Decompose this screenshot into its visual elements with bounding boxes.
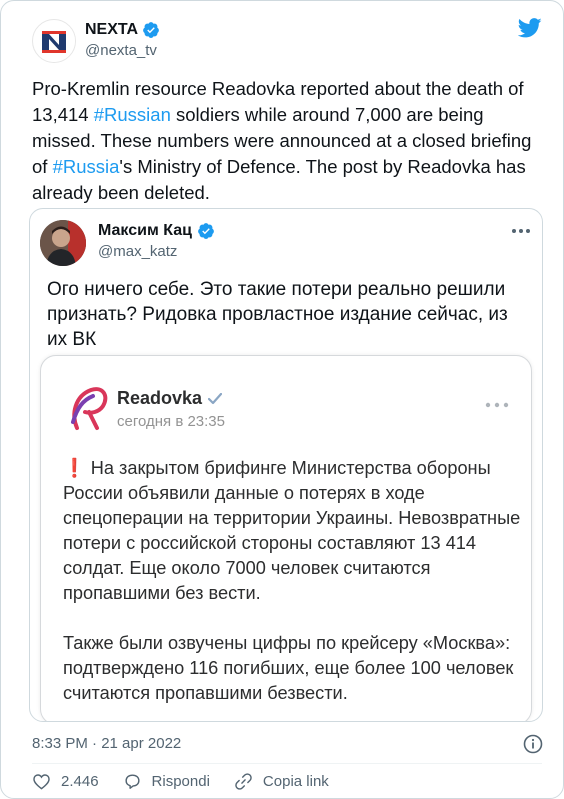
author-handle[interactable]: @nexta_tv (85, 42, 157, 59)
likes-count: 2.446 (61, 773, 99, 790)
quoted-text: Ого ничего себе. Это такие потери реальн… (47, 279, 508, 350)
more-icon (485, 402, 509, 408)
tweet-card: NEXTA @nexta_tv Pro-Kremlin resource Rea… (0, 0, 564, 799)
embedded-paragraph-1: ❗ На закрытом брифинге Министерства обор… (63, 456, 525, 606)
twitter-bird-icon[interactable] (518, 17, 542, 39)
reply-icon (125, 774, 140, 789)
embedded-paragraph-2: Также были озвучены цифры по крейсеру «М… (63, 633, 514, 703)
check-icon (208, 392, 223, 404)
readovka-logo (71, 387, 108, 430)
person-photo-icon (40, 220, 86, 266)
nexta-logo (34, 21, 75, 62)
like-button[interactable]: 2.446 (32, 772, 99, 791)
hashtag-link[interactable]: #Russian (94, 104, 171, 125)
reply-button[interactable]: Rispondi (123, 772, 210, 791)
quoted-avatar[interactable] (40, 220, 86, 266)
tweet-text: Pro-Kremlin resource Readovka reported a… (32, 76, 542, 206)
reply-label: Rispondi (151, 773, 210, 790)
divider (32, 763, 542, 764)
info-icon[interactable] (523, 734, 543, 754)
more-icon[interactable] (510, 226, 532, 236)
copy-link-button[interactable]: Copia link (234, 772, 329, 791)
embedded-paragraph-1-text: На закрытом брифинге Министерства оборон… (63, 458, 521, 603)
quoted-handle[interactable]: @max_katz (98, 243, 177, 260)
author-name-row[interactable]: NEXTA (85, 21, 160, 39)
tweet-timestamp[interactable]: 8:33 PM · 21 apr 2022 (32, 735, 181, 752)
copy-link-label: Copia link (262, 773, 329, 790)
verified-badge-icon (143, 22, 159, 38)
author-name[interactable]: NEXTA (85, 21, 138, 39)
action-bar: 2.446 Rispondi Copia link (32, 772, 353, 791)
embedded-post-time: сегодня в 23:35 (117, 413, 225, 430)
link-icon (235, 773, 252, 790)
exclamation-icon: ❗ (63, 458, 86, 478)
quoted-author-name[interactable]: Максим Кац (98, 222, 192, 240)
embedded-source-name: Readovka (117, 388, 203, 408)
embedded-post-text: ❗ На закрытом брифинге Министерства обор… (63, 456, 525, 706)
embedded-source-row: Readovka (117, 388, 223, 409)
quoted-name-row[interactable]: Максим Кац (98, 222, 215, 240)
embedded-post-screenshot: Readovka сегодня в 23:35 ❗ На закрытом б… (40, 355, 532, 721)
verified-badge-icon (198, 223, 214, 239)
avatar[interactable] (32, 19, 76, 63)
heart-icon (33, 774, 50, 790)
hashtag-link[interactable]: #Russia (53, 156, 120, 177)
quoted-tweet[interactable]: Максим Кац @max_katz Ого ничего себе. Эт… (29, 208, 543, 722)
